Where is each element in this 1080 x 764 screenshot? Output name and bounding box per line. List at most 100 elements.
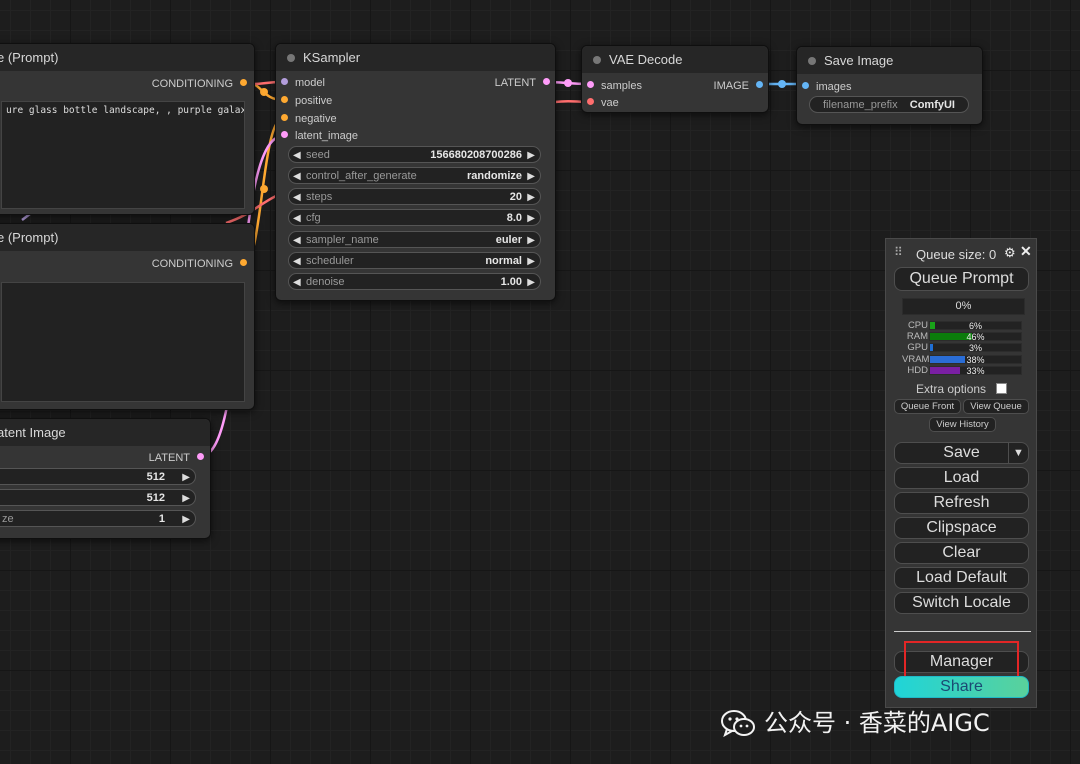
drag-handle-icon[interactable]: ⠿	[894, 245, 903, 259]
output-image[interactable]: IMAGE	[714, 79, 763, 93]
save-label: Save	[943, 444, 980, 461]
increment-arrow-icon[interactable]: ▶	[182, 469, 190, 486]
decrement-arrow-icon[interactable]: ◀	[293, 232, 301, 249]
latent-dot[interactable]	[543, 78, 550, 85]
decrement-arrow-icon[interactable]: ◀	[293, 274, 301, 291]
widget-name: denoise	[306, 276, 345, 288]
increment-arrow-icon[interactable]: ▶	[527, 210, 535, 227]
decrement-arrow-icon[interactable]: ◀	[293, 253, 301, 270]
increment-arrow-icon[interactable]: ▶	[527, 274, 535, 291]
input-label: samples	[601, 80, 642, 92]
latent-dot[interactable]	[587, 81, 594, 88]
widget-width[interactable]: 512 ▶	[0, 468, 196, 485]
widget-filename-prefix[interactable]: filename_prefix ComfyUI	[809, 96, 969, 113]
prompt-text-negative[interactable]	[1, 282, 245, 402]
widget-denoise[interactable]: ◀ denoise 1.00 ▶	[288, 273, 541, 290]
increment-arrow-icon[interactable]: ▶	[527, 147, 535, 164]
node-save-image[interactable]: Save Image images filename_prefix ComfyUI	[796, 46, 983, 125]
widget-steps[interactable]: ◀ steps 20 ▶	[288, 188, 541, 205]
close-icon[interactable]: ✕	[1020, 243, 1032, 260]
view-queue-button[interactable]: View Queue	[963, 399, 1029, 414]
latent-dot[interactable]	[197, 453, 204, 460]
output-label: CONDITIONING	[151, 78, 233, 90]
increment-arrow-icon[interactable]: ▶	[527, 232, 535, 249]
prompt-text-positive[interactable]: ure glass bottle landscape, , purple gal…	[1, 101, 245, 209]
input-images[interactable]: images	[802, 80, 851, 94]
queue-panel[interactable]: ⠿ Queue size: 0 ⚙ ✕ Queue Prompt 0% CPU 6…	[885, 238, 1037, 708]
wechat-icon	[721, 710, 755, 738]
input-negative[interactable]: negative	[281, 112, 337, 126]
save-dropdown-icon[interactable]: ▼	[1008, 443, 1028, 463]
input-samples[interactable]: samples	[587, 79, 642, 93]
node-ksampler[interactable]: KSampler model positive negative latent_…	[275, 43, 556, 301]
queue-prompt-button[interactable]: Queue Prompt	[894, 267, 1029, 291]
node-negative-prompt[interactable]: e (Prompt) CONDITIONING	[0, 223, 255, 410]
load-button[interactable]: Load	[894, 467, 1029, 489]
input-latent-image[interactable]: latent_image	[281, 129, 358, 143]
output-latent[interactable]: LATENT	[149, 451, 204, 465]
reroute-dot-3	[564, 79, 572, 87]
node-empty-latent[interactable]: atent Image LATENT 512 ▶ 512 ▶ ze 1 ▶	[0, 418, 211, 539]
clipspace-button[interactable]: Clipspace	[894, 517, 1029, 539]
widget-height[interactable]: 512 ▶	[0, 489, 196, 506]
widget-batch-size[interactable]: ze 1 ▶	[0, 510, 196, 527]
increment-arrow-icon[interactable]: ▶	[527, 253, 535, 270]
widget-seed[interactable]: ◀ seed 156680208700286 ▶	[288, 146, 541, 163]
save-button[interactable]: Save ▼	[894, 442, 1029, 464]
reroute-dot-1	[260, 88, 268, 96]
clear-button[interactable]: Clear	[894, 542, 1029, 564]
load-default-button[interactable]: Load Default	[894, 567, 1029, 589]
input-vae[interactable]: vae	[587, 96, 619, 110]
image-dot[interactable]	[802, 82, 809, 89]
monitor-bar-cpu: 6%	[929, 321, 1022, 331]
refresh-button[interactable]: Refresh	[894, 492, 1029, 514]
monitor-value: 3%	[968, 343, 982, 354]
view-history-button[interactable]: View History	[929, 417, 996, 432]
input-label: model	[295, 77, 325, 89]
monitor-label-hdd: HDD	[907, 364, 928, 376]
collapse-dot-icon[interactable]	[593, 56, 601, 64]
output-label: LATENT	[494, 77, 536, 89]
widget-scheduler[interactable]: ◀ scheduler normal ▶	[288, 252, 541, 269]
increment-arrow-icon[interactable]: ▶	[527, 189, 535, 206]
gear-icon[interactable]: ⚙	[1004, 245, 1016, 261]
node-positive-prompt[interactable]: e (Prompt) CONDITIONING ure glass bottle…	[0, 43, 255, 215]
vae-dot[interactable]	[587, 98, 594, 105]
decrement-arrow-icon[interactable]: ◀	[293, 147, 301, 164]
output-conditioning[interactable]: CONDITIONING	[152, 77, 247, 91]
output-latent[interactable]: LATENT	[495, 76, 550, 90]
collapse-dot-icon[interactable]	[287, 54, 295, 62]
switch-locale-button[interactable]: Switch Locale	[894, 592, 1029, 614]
progress-bar: 0%	[902, 298, 1025, 315]
widget-sampler-name[interactable]: ◀ sampler_name euler ▶	[288, 231, 541, 248]
extra-options-checkbox[interactable]	[996, 383, 1007, 394]
increment-arrow-icon[interactable]: ▶	[182, 511, 190, 528]
node-vae-decode[interactable]: VAE Decode samples vae IMAGE	[581, 45, 769, 113]
decrement-arrow-icon[interactable]: ◀	[293, 210, 301, 227]
input-model[interactable]: model	[281, 76, 325, 90]
share-button[interactable]: Share	[894, 676, 1029, 698]
latent-dot[interactable]	[281, 131, 288, 138]
progress-text: 0%	[955, 300, 972, 312]
conditioning-dot[interactable]	[281, 96, 288, 103]
decrement-arrow-icon[interactable]: ◀	[293, 168, 301, 185]
menu-divider	[894, 631, 1031, 632]
highlight-box	[904, 641, 1019, 679]
collapse-dot-icon[interactable]	[808, 57, 816, 65]
watermark-text: 公众号 · 香菜的AIGC	[764, 709, 990, 737]
input-positive[interactable]: positive	[281, 94, 332, 108]
widget-value: 156680208700286	[430, 149, 522, 161]
image-dot[interactable]	[756, 81, 763, 88]
conditioning-dot[interactable]	[240, 259, 247, 266]
queue-front-button[interactable]: Queue Front	[894, 399, 961, 414]
widget-control-after-generate[interactable]: ◀ control_after_generate randomize ▶	[288, 167, 541, 184]
conditioning-dot[interactable]	[281, 114, 288, 121]
widget-name: seed	[306, 149, 330, 161]
widget-cfg[interactable]: ◀ cfg 8.0 ▶	[288, 209, 541, 226]
decrement-arrow-icon[interactable]: ◀	[293, 189, 301, 206]
output-conditioning[interactable]: CONDITIONING	[152, 257, 247, 271]
model-dot[interactable]	[281, 78, 288, 85]
conditioning-dot[interactable]	[240, 79, 247, 86]
increment-arrow-icon[interactable]: ▶	[527, 168, 535, 185]
increment-arrow-icon[interactable]: ▶	[182, 490, 190, 507]
